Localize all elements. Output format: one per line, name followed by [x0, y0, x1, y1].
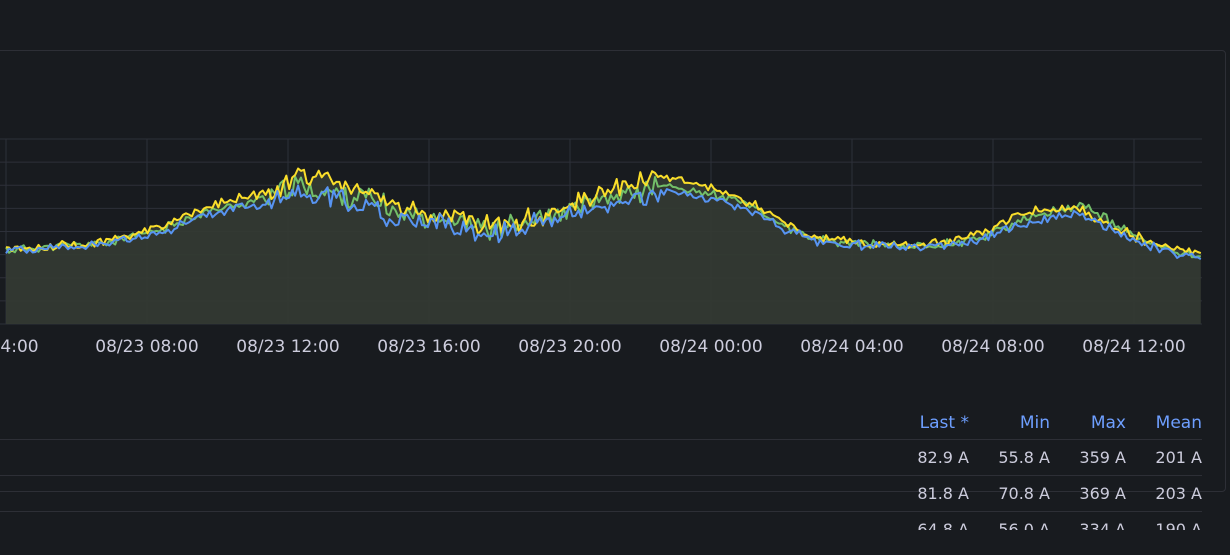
legend-col-min[interactable]: Min [1020, 413, 1050, 433]
legend-col-mean[interactable]: Mean [1156, 413, 1202, 433]
legend-rows: 82.9 A 55.8 A 359 A 201 A 81.8 A 70.8 A … [0, 439, 1202, 530]
legend-mean: 190 A [1155, 520, 1202, 530]
legend-col-last[interactable]: Last * [920, 413, 969, 433]
x-tick-label: 08/24 12:00 [1082, 337, 1185, 357]
legend-row[interactable]: 82.9 A 55.8 A 359 A 201 A [0, 439, 1202, 476]
x-tick-label: 08/23 08:00 [95, 337, 198, 357]
legend-max: 369 A [1079, 484, 1126, 503]
legend-max: 359 A [1079, 448, 1126, 467]
x-tick-label: 08/23 12:00 [236, 337, 339, 357]
legend-row[interactable]: 81.8 A 70.8 A 369 A 203 A [0, 475, 1202, 512]
legend-min: 56.0 A [998, 520, 1050, 530]
x-tick-label: 08/24 04:00 [800, 337, 903, 357]
legend-mean: 203 A [1155, 484, 1202, 503]
time-series-chart[interactable]: 3 04:00 08/23 08:00 08/23 12:00 08/23 16:00… [0, 51, 1219, 451]
x-tick-label: 08/23 16:00 [377, 337, 480, 357]
legend-min: 70.8 A [998, 484, 1050, 503]
legend-max: 334 A [1079, 520, 1126, 530]
time-series-panel: 3 04:00 08/23 08:00 08/23 12:00 08/23 16:00… [0, 50, 1226, 530]
legend-header: Last * Min Max Mean [0, 411, 1202, 437]
x-tick-label: 08/24 08:00 [941, 337, 1044, 357]
legend-last: 82.9 A [917, 448, 969, 467]
legend-col-max[interactable]: Max [1091, 413, 1126, 433]
legend-last: 64.8 A [917, 520, 969, 530]
legend-row[interactable]: 64.8 A 56.0 A 334 A 190 A [0, 511, 1202, 530]
x-tick-label: 08/24 00:00 [659, 337, 762, 357]
x-axis: 3 04:00 08/23 08:00 08/23 12:00 08/23 16:00… [0, 337, 1186, 357]
legend-last: 81.8 A [917, 484, 969, 503]
legend-mean: 201 A [1155, 448, 1202, 467]
x-tick-label: 08/23 20:00 [518, 337, 621, 357]
x-tick-label: 3 04:00 [0, 337, 39, 357]
legend-min: 55.8 A [998, 448, 1050, 467]
